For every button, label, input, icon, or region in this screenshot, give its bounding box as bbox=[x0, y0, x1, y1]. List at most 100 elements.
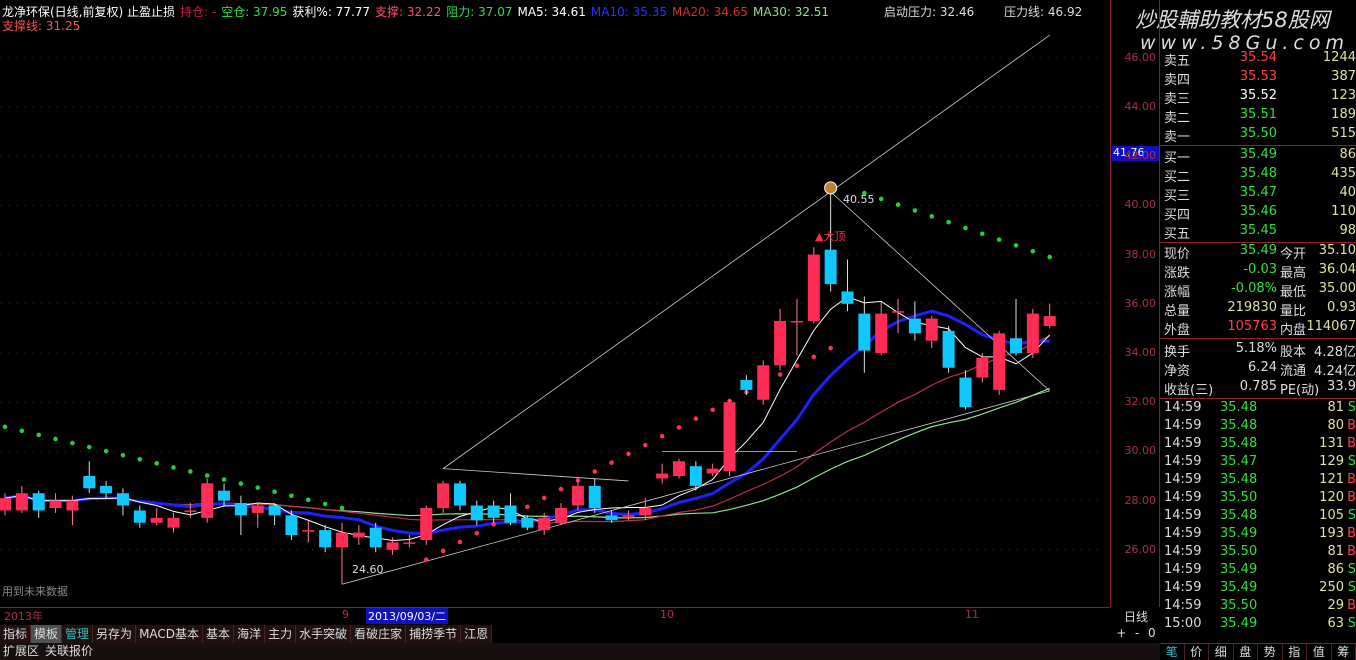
stat-label: PE(动) bbox=[1280, 383, 1320, 398]
candle-body bbox=[706, 468, 719, 474]
tab-8[interactable]: 水手突破 bbox=[296, 625, 352, 643]
range-line bbox=[443, 468, 629, 482]
axis-tick: 26.00 bbox=[1124, 542, 1157, 556]
level-volume: 1244 bbox=[1322, 50, 1356, 65]
tick-row: 14:59 35.49 250 S bbox=[1162, 580, 1356, 598]
quote-value: 0.93 bbox=[1327, 300, 1356, 315]
sar-dot bbox=[339, 505, 345, 511]
stat-label: 流通 bbox=[1280, 364, 1307, 379]
buy-level: 买四 35.46 110 bbox=[1162, 204, 1356, 223]
ma20-value: MA20: 34.65 bbox=[671, 5, 748, 19]
level-volume: 435 bbox=[1331, 166, 1356, 181]
tab-10[interactable]: 捕捞季节 bbox=[406, 625, 462, 643]
level-volume: 189 bbox=[1331, 107, 1356, 122]
ext-tab-0[interactable]: 扩展区 bbox=[0, 643, 42, 660]
stat-value: 5.18% bbox=[1235, 341, 1277, 356]
sar-dot bbox=[474, 530, 480, 536]
tab-9[interactable]: 看破庄家 bbox=[351, 625, 407, 643]
candle-body bbox=[605, 515, 618, 521]
tick-row: 14:59 35.48 80 B bbox=[1162, 418, 1356, 436]
candle-body bbox=[167, 517, 180, 528]
tab-0[interactable]: 指标 bbox=[0, 625, 32, 643]
sar-dot bbox=[895, 202, 901, 208]
candle-body bbox=[689, 466, 702, 486]
candlestick-chart[interactable] bbox=[0, 0, 1110, 607]
tab-2[interactable]: 管理 bbox=[62, 625, 94, 643]
quote-label: 总量 bbox=[1164, 304, 1191, 319]
tick-price: 35.50 bbox=[1220, 490, 1258, 505]
panel-tab-7[interactable]: 筹 bbox=[1332, 644, 1356, 660]
candle-body bbox=[453, 483, 466, 506]
panel-tab-5[interactable]: 指 bbox=[1283, 644, 1307, 660]
panel-tab-4[interactable]: 势 bbox=[1258, 644, 1283, 660]
candle-body bbox=[319, 530, 332, 548]
tick-volume: 131 bbox=[1319, 436, 1344, 451]
sar-dot bbox=[53, 436, 58, 442]
panel-tab-6[interactable]: 值 bbox=[1307, 644, 1332, 660]
sar-dot bbox=[592, 469, 598, 474]
candle-body bbox=[892, 311, 905, 313]
sar-dot bbox=[306, 497, 311, 503]
tick-row: 14:59 35.50 81 B bbox=[1162, 544, 1356, 562]
tick-volume: 81 bbox=[1327, 400, 1344, 415]
tick-time: 14:59 bbox=[1164, 526, 1202, 541]
tick-volume: 80 bbox=[1327, 418, 1344, 433]
divider bbox=[1160, 145, 1356, 146]
level-label: 卖一 bbox=[1164, 130, 1191, 145]
sar-dot bbox=[204, 473, 210, 478]
candle-body bbox=[740, 380, 753, 390]
tab-7[interactable]: 主力 bbox=[265, 625, 297, 643]
stat-value: 0.785 bbox=[1239, 379, 1277, 394]
axis-tick: 28.00 bbox=[1124, 493, 1157, 507]
sell-level: 卖四 35.53 387 bbox=[1162, 69, 1356, 88]
date-axis: 2013年 9 2013/09/03/二 10 11 bbox=[0, 607, 1110, 624]
tick-volume: 193 bbox=[1319, 526, 1344, 541]
tick-price: 35.49 bbox=[1220, 562, 1258, 577]
candle-body bbox=[959, 377, 972, 408]
quote-value: 36.04 bbox=[1318, 262, 1356, 277]
tab-3[interactable]: 另存为 bbox=[93, 625, 137, 643]
sar-dot bbox=[1047, 254, 1052, 260]
tick-volume: 29 bbox=[1327, 598, 1344, 613]
candle-body bbox=[218, 490, 231, 501]
stat-row: 净资 6.24 流通 4.24亿 bbox=[1162, 360, 1356, 379]
tick-price: 35.48 bbox=[1220, 508, 1258, 523]
tick-time: 14:59 bbox=[1164, 490, 1202, 505]
quote-label: 涨幅 bbox=[1164, 285, 1191, 300]
panel-tab-2[interactable]: 细 bbox=[1209, 644, 1234, 660]
tab-11[interactable]: 江恩 bbox=[461, 625, 493, 643]
ext-tab-1[interactable]: 关联报价 bbox=[42, 643, 96, 660]
level-price: 35.50 bbox=[1239, 126, 1277, 141]
sar-dot bbox=[659, 433, 665, 439]
tab-5[interactable]: 基本 bbox=[203, 625, 235, 643]
tab-1[interactable]: 模板 bbox=[31, 625, 63, 643]
zoom-out-button[interactable]: - bbox=[1135, 626, 1139, 640]
zoom-reset-button[interactable]: 0 bbox=[1148, 626, 1156, 640]
zoom-in-button[interactable]: + bbox=[1116, 626, 1126, 640]
sar-dot bbox=[2, 424, 8, 430]
sell-level: 卖一 35.50 515 bbox=[1162, 126, 1356, 145]
candle-body bbox=[66, 500, 79, 511]
tab-4[interactable]: MACD基本 bbox=[136, 625, 204, 643]
tick-side: B bbox=[1347, 436, 1356, 451]
tick-volume: 86 bbox=[1327, 562, 1344, 577]
panel-tab-1[interactable]: 价 bbox=[1185, 644, 1209, 660]
quote-value: -0.03 bbox=[1243, 262, 1277, 277]
candle-body bbox=[32, 493, 45, 511]
level-volume: 86 bbox=[1339, 147, 1356, 162]
candle-body bbox=[521, 517, 534, 528]
candle-body bbox=[555, 507, 568, 523]
candle-body bbox=[908, 318, 921, 334]
panel-tab-0[interactable]: 笔 bbox=[1160, 644, 1185, 660]
ma20-line bbox=[4, 335, 1050, 524]
quote-row: 外盘 105763 内盘 114067 bbox=[1162, 319, 1356, 338]
level-label: 卖四 bbox=[1164, 73, 1191, 88]
tick-row: 14:59 35.48 121 B bbox=[1162, 472, 1356, 490]
tick-time: 14:59 bbox=[1164, 544, 1202, 559]
sar-dot bbox=[828, 345, 833, 351]
level-price: 35.45 bbox=[1239, 223, 1277, 238]
level-label: 卖五 bbox=[1164, 54, 1191, 69]
panel-tab-3[interactable]: 盘 bbox=[1234, 644, 1258, 660]
tick-time: 15:00 bbox=[1164, 616, 1202, 631]
tab-6[interactable]: 海洋 bbox=[234, 625, 266, 643]
